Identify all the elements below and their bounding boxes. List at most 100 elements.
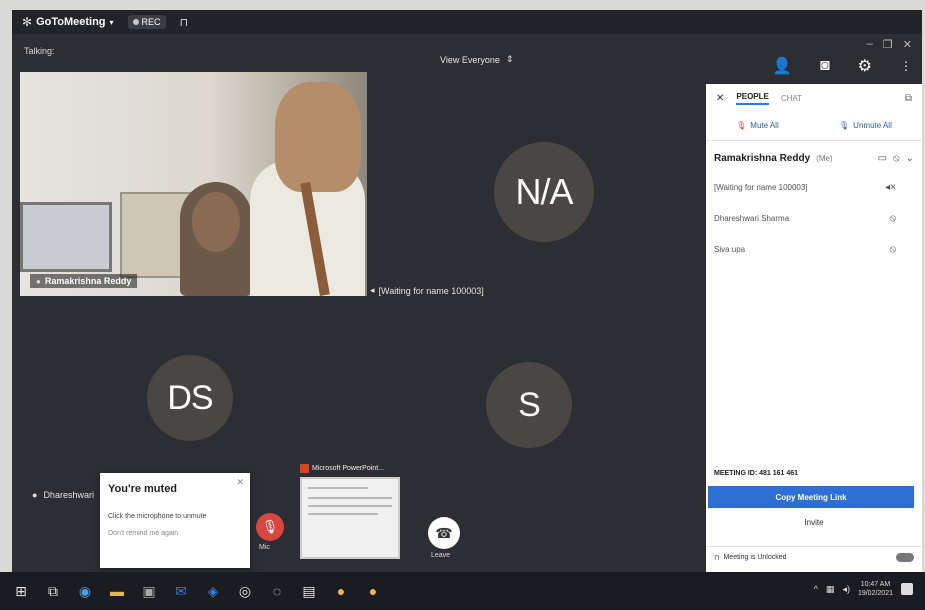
app-icon[interactable]: ● (364, 583, 382, 599)
host-name: Ramakrishna Reddy (714, 153, 811, 164)
avatar-s[interactable]: S (486, 362, 572, 448)
participant-row[interactable]: [Waiting for name 100003] ◂× (706, 172, 922, 203)
leave-label: Leave (431, 552, 451, 559)
folder-icon[interactable]: ▬ (108, 583, 126, 599)
app-icon[interactable]: ◈ (204, 583, 222, 600)
mic-muted-icon[interactable]: ⦸ (889, 244, 914, 255)
avatar-ds[interactable]: DS (147, 355, 233, 441)
muted-desc: Click the microphone to unmute (108, 513, 207, 520)
chevron-down-icon[interactable]: ⌄ (906, 153, 914, 164)
participant-name: Dhareshwari Sharma (714, 214, 790, 223)
mic-muted-icon[interactable]: ⦸ (889, 213, 914, 224)
video-name: Ramakrishna Reddy (44, 276, 132, 286)
muted-popup: ✕ You're muted Click the microphone to u… (100, 473, 250, 568)
muted-title: You're muted (108, 483, 178, 495)
video-board (20, 202, 112, 272)
close-icon[interactable]: ✕ (716, 93, 724, 104)
avatar-initials: DS (167, 378, 213, 417)
chrome-icon[interactable]: ◎ (236, 583, 254, 600)
view-select-label: View Everyone (440, 54, 500, 65)
lock-icon[interactable]: ⊓ (180, 16, 189, 29)
close-icon[interactable]: ✕ (236, 477, 244, 488)
mic-button[interactable]: 🎙 (256, 513, 284, 541)
volume-icon[interactable]: ◂) (842, 584, 850, 595)
screen-preview (300, 477, 400, 559)
participant-row-host[interactable]: Ramakrishna Reddy (Me) ▭ ⦸ ⌄ (706, 141, 922, 172)
screen-icon: ▭ (877, 153, 888, 164)
store-icon[interactable]: ▣ (140, 583, 158, 600)
people-panel: ✕ PEOPLE CHAT ⧉ 🎙 Mute All 🎙 Unmute All … (706, 84, 922, 572)
invite-button[interactable]: Invite (706, 518, 922, 527)
chevron-up-icon[interactable]: ^ (814, 584, 818, 594)
presenter-label: ● Dhareshwari (32, 490, 94, 500)
mic-label: Mic (259, 544, 270, 551)
video-face (192, 192, 240, 252)
mic-icon: ● (36, 276, 41, 286)
mic-icon: 🎙 (839, 121, 850, 130)
app-icon[interactable]: ◌ (268, 583, 286, 599)
mic-muted-icon[interactable]: ⦸ (893, 153, 900, 164)
dont-remind-link[interactable]: Don't remind me again (108, 530, 242, 537)
screen-share-header: Microsoft PowerPoint... (300, 464, 406, 473)
windows-start-icon[interactable]: ⊞ (12, 583, 30, 600)
tab-chat[interactable]: CHAT (781, 94, 802, 103)
rec-indicator[interactable]: REC (127, 15, 166, 29)
edge-icon[interactable]: ◉ (76, 583, 94, 600)
mail-icon[interactable]: ✉ (172, 583, 190, 600)
view-select[interactable]: View Everyone ⇕ (440, 54, 513, 65)
notification-icon[interactable] (901, 583, 913, 595)
task-view-icon[interactable]: ⧉ (44, 583, 62, 600)
close-icon[interactable]: ✕ (903, 38, 912, 51)
unmute-all-label: Unmute All (853, 121, 892, 130)
clock[interactable]: 10:47 AM 19/02/2021 (858, 580, 893, 598)
more-icon[interactable]: ⋮ (900, 59, 912, 73)
panel-tabs: ✕ PEOPLE CHAT ⧉ (706, 84, 922, 109)
presenter-name: Dhareshwari (43, 490, 94, 500)
participant-row[interactable]: Dhareshwari Sharma ⦸ (706, 203, 922, 234)
screen-share-title: Microsoft PowerPoint... (312, 465, 384, 472)
clock-time: 10:47 AM (860, 581, 891, 588)
restore-icon[interactable]: ❐ (883, 38, 893, 51)
people-icon[interactable]: 👤 (772, 56, 792, 76)
mic-muted-icon: 🎙 (736, 121, 747, 130)
meeting-window: ✻ GoToMeeting ▾ REC ⊓ – ❐ ✕ Talking: Vie… (12, 10, 922, 572)
preview-line (308, 497, 392, 499)
lock-status: Meeting is Unlocked (723, 554, 787, 561)
avatar-initials: S (518, 385, 541, 424)
talking-label: Talking: (24, 46, 55, 56)
app-icon[interactable]: ● (332, 583, 350, 599)
avatar-initials: N/A (515, 171, 573, 212)
unmute-all-button[interactable]: 🎙 Unmute All (839, 121, 892, 130)
avatar-na[interactable]: N/A (494, 142, 594, 242)
chevron-down-icon: ▾ (109, 17, 114, 27)
mic-icon: ● (32, 490, 38, 500)
meeting-id: MEETING ID: 481 161 461 (714, 470, 799, 477)
rec-label: REC (141, 17, 161, 27)
popout-icon[interactable]: ⧉ (905, 93, 912, 104)
top-icons: 👤 ◙ ⚙ ⋮ (772, 56, 912, 76)
preview-line (308, 487, 368, 489)
app-brand[interactable]: ✻ GoToMeeting ▾ (22, 15, 114, 29)
camera-icon[interactable]: ◙ (820, 57, 830, 75)
settings-icon[interactable]: ⚙ (858, 56, 872, 76)
tab-people[interactable]: PEOPLE (736, 92, 769, 105)
participant-row[interactable]: Siva upa ⦸ (706, 234, 922, 265)
updown-icon: ⇕ (505, 54, 514, 64)
minimize-icon[interactable]: – (867, 38, 873, 51)
participant-name: [Waiting for name 100003] (714, 183, 808, 192)
taskbar: ⊞ ⧉ ◉ ▬ ▣ ✉ ◈ ◎ ◌ ▤ ● ● ^ ▦ ◂) 10:47 AM … (0, 572, 925, 610)
mute-all-button[interactable]: 🎙 Mute All (736, 121, 779, 130)
logo-icon: ✻ (22, 15, 33, 29)
video-tile[interactable]: ● Ramakrishna Reddy (20, 72, 367, 296)
waiting-text: [Waiting for name 100003] (378, 285, 484, 296)
waiting-label: ◂ [Waiting for name 100003] (370, 285, 484, 296)
brand-label: GoToMeeting (36, 16, 106, 28)
lock-toggle[interactable] (896, 553, 914, 562)
screen-share-thumbnail[interactable]: Microsoft PowerPoint... (300, 464, 406, 568)
leave-button[interactable]: ☎ (428, 517, 460, 549)
copy-meeting-link-button[interactable]: Copy Meeting Link (708, 486, 914, 508)
app-icon[interactable]: ▤ (300, 583, 318, 600)
network-icon[interactable]: ▦ (826, 584, 835, 595)
title-bar: ✻ GoToMeeting ▾ REC ⊓ (12, 10, 922, 34)
participant-name: Siva upa (714, 245, 746, 254)
